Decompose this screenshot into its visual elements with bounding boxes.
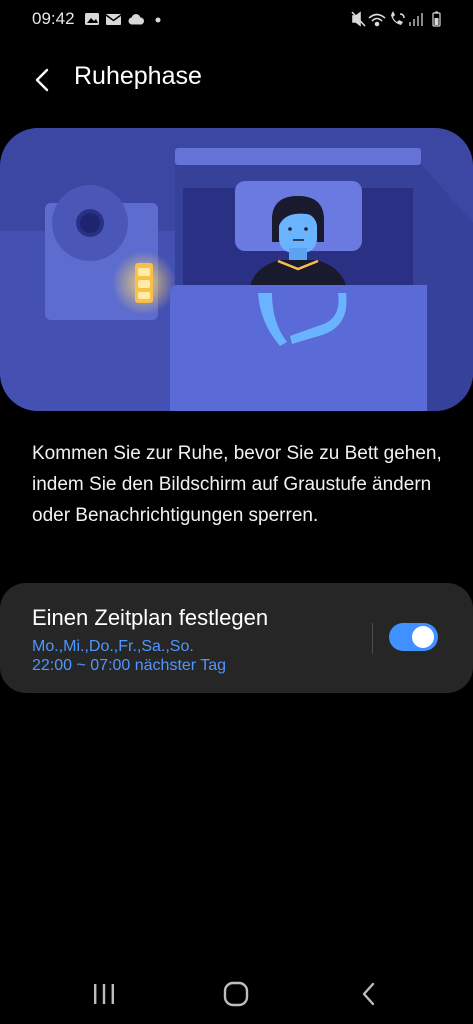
schedule-days: Mo.,Mi.,Do.,Fr.,Sa.,So. [32,638,194,655]
navigation-bar [0,960,473,1024]
notification-icons [85,13,161,25]
battery-icon [432,11,441,27]
back-button[interactable] [22,60,62,100]
toggle-knob [412,626,434,648]
dot-icon [155,17,161,23]
home-button[interactable] [211,974,261,1014]
signal-icon [409,13,423,26]
schedule-toggle[interactable] [389,623,438,651]
schedule-title: Einen Zeitplan festlegen [32,605,269,630]
schedule-card[interactable]: Einen Zeitplan festlegen Mo.,Mi.,Do.,Fr.… [0,583,473,693]
recent-apps-icon [94,984,114,1004]
status-time: 09:42 [32,9,75,28]
status-bar: 09:42 [0,0,473,38]
page-title: Ruhephase [74,62,202,90]
home-icon [223,981,249,1007]
cloud-icon [128,14,144,25]
schedule-time: 22:00 ~ 07:00 nächster Tag [32,657,227,674]
mail-icon [105,14,122,25]
image-icon [85,13,99,25]
recent-apps-button[interactable] [79,974,129,1014]
bedtime-illustration [0,128,473,411]
chevron-left-icon [35,68,49,92]
system-status-icons [351,11,441,27]
card-divider [372,623,373,654]
back-icon [362,982,375,1006]
mute-icon [351,11,366,27]
app-header: Ruhephase [0,50,473,106]
wifi-icon [368,13,386,27]
wifi-call-icon [391,11,405,25]
back-nav-button[interactable] [344,974,394,1014]
description-text: Kommen Sie zur Ruhe, bevor Sie zu Bett g… [32,443,442,526]
